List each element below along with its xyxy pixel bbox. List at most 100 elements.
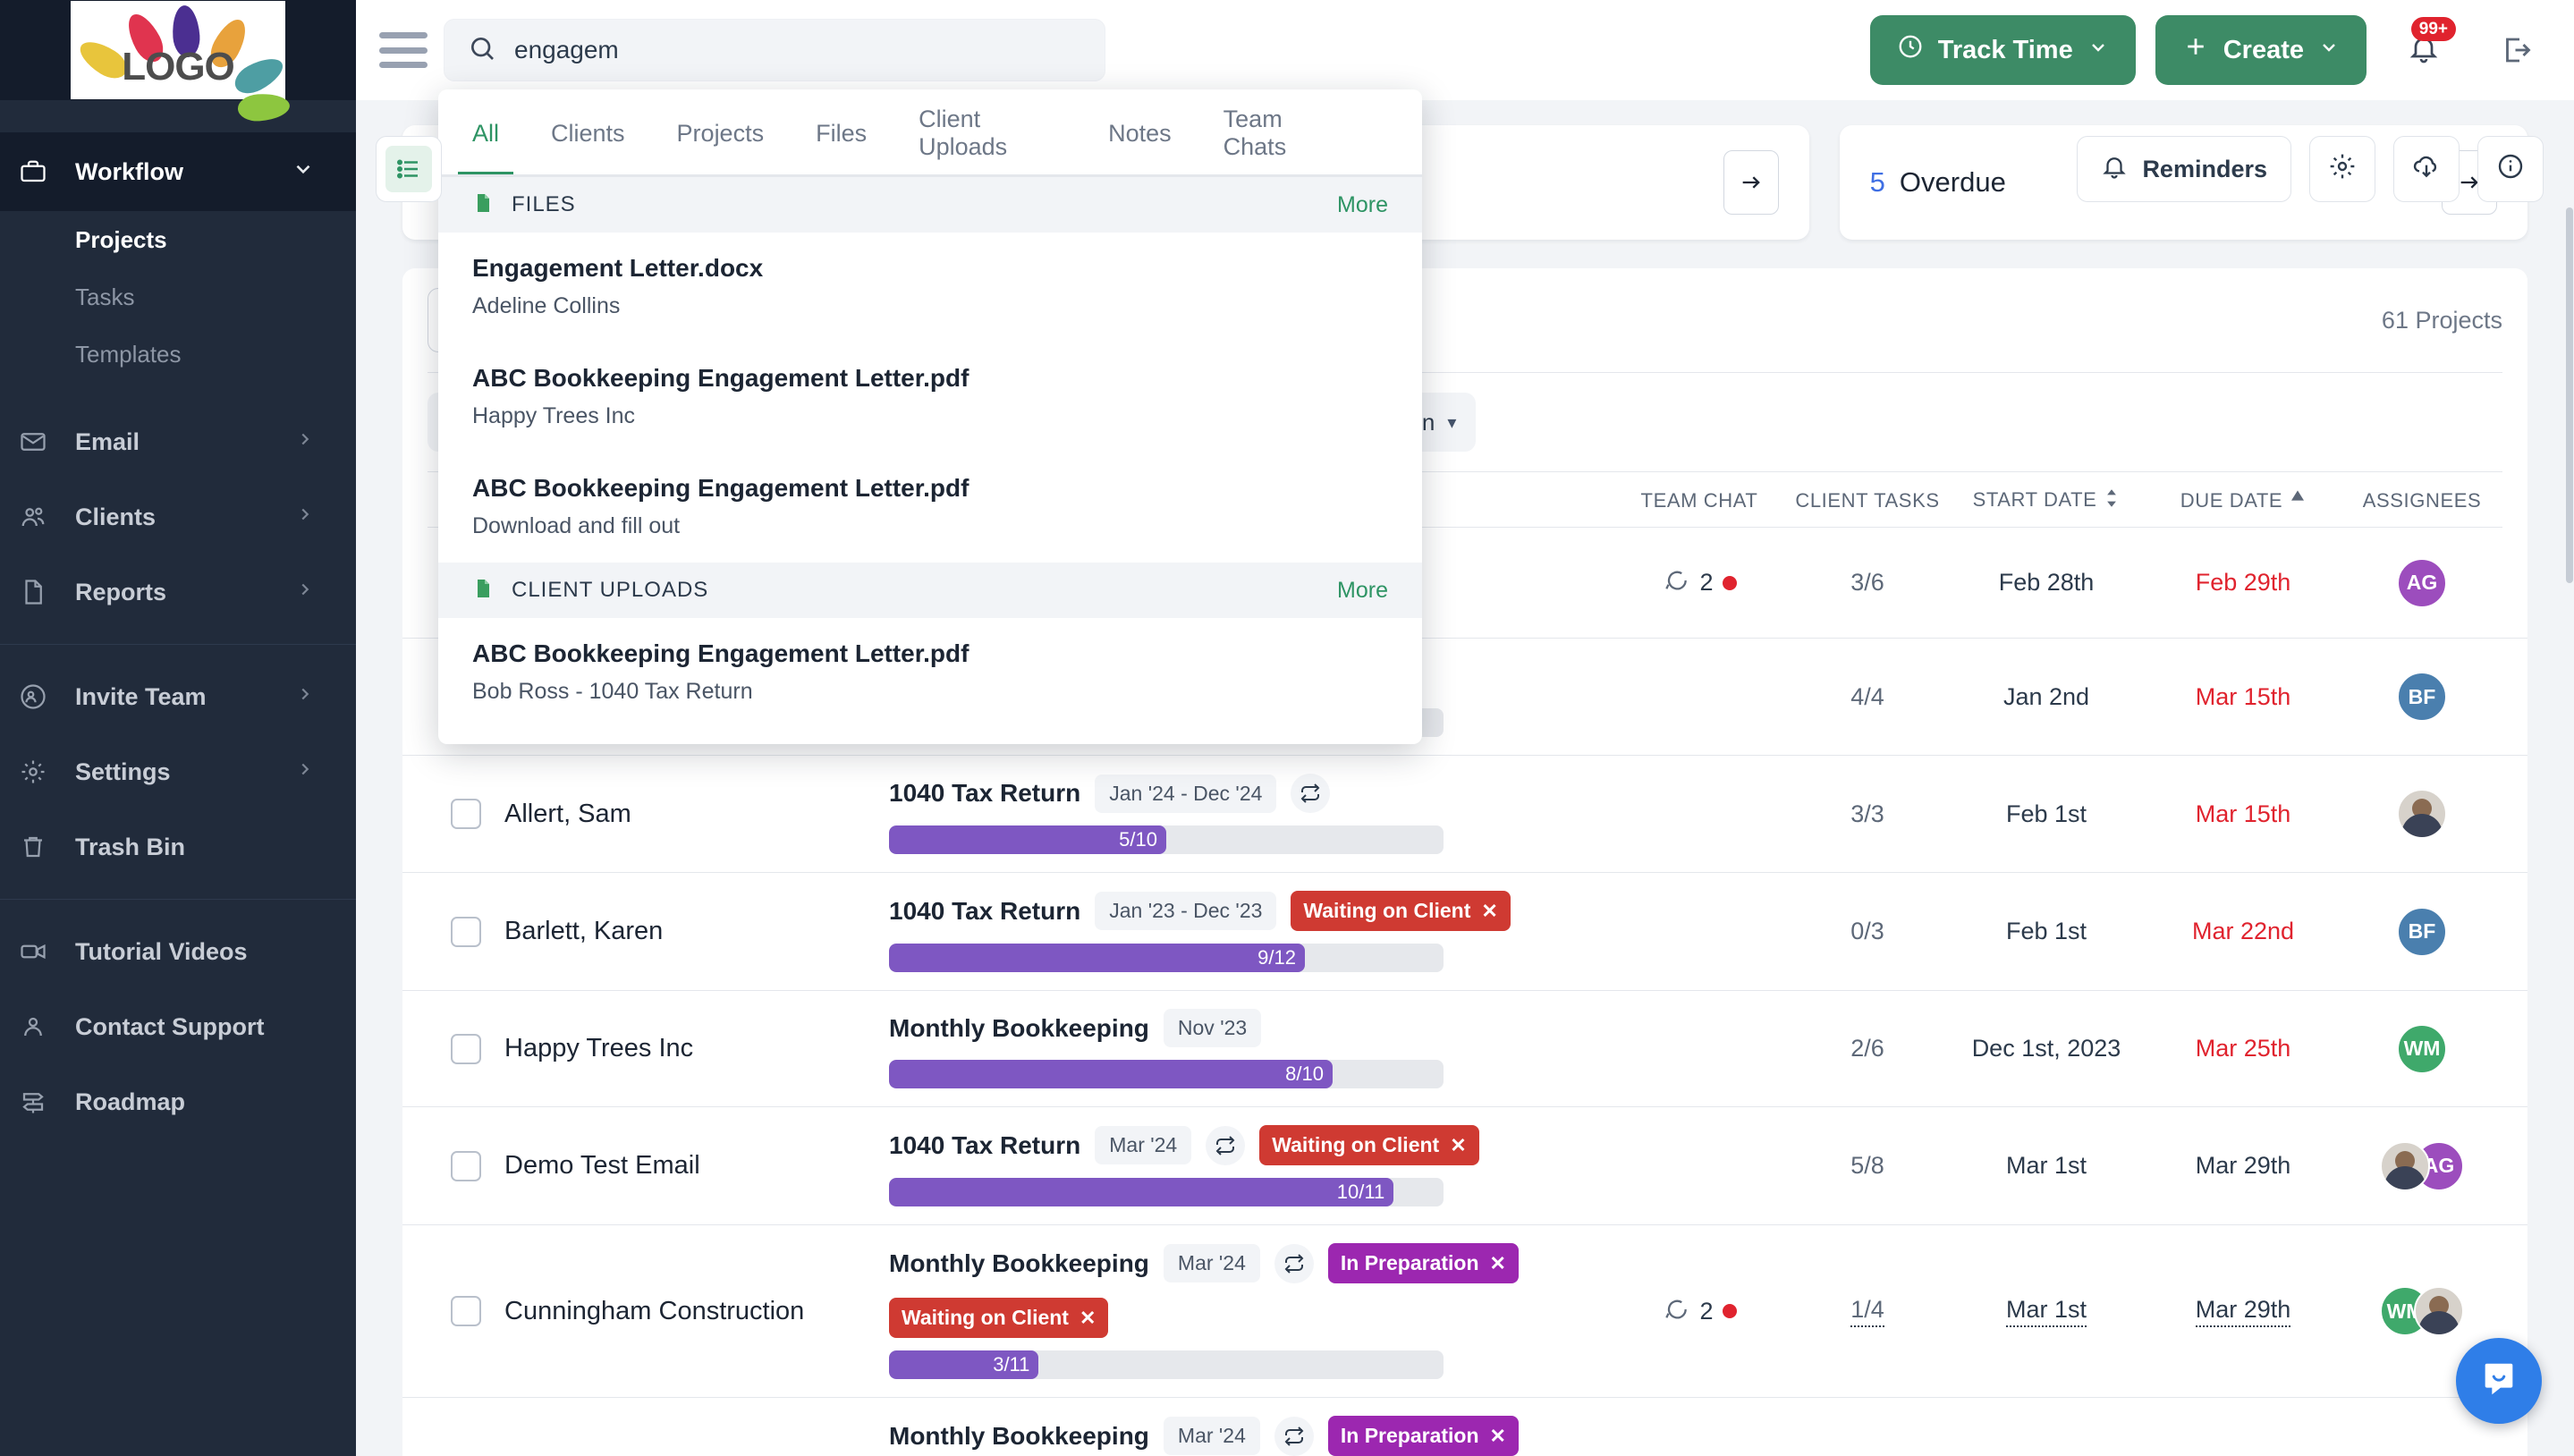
assignees[interactable]: BF (2397, 906, 2447, 957)
row-checkbox[interactable] (451, 799, 481, 829)
info-button[interactable] (2477, 136, 2544, 202)
close-icon[interactable]: ✕ (1450, 1134, 1466, 1157)
sidebar-item-trash-bin[interactable]: Trash Bin (0, 809, 356, 885)
close-icon[interactable]: ✕ (1481, 900, 1497, 923)
sort-icon[interactable] (2104, 488, 2120, 512)
topbar-actions: Track Time Create 99+ (1869, 15, 2544, 85)
reminders-button[interactable]: Reminders (2077, 136, 2291, 202)
search-tab-clients[interactable]: Clients (551, 89, 625, 177)
client-uploads-more-link[interactable]: More (1337, 578, 1388, 604)
avatar (2380, 1140, 2430, 1191)
assignees[interactable]: WM (2397, 1023, 2447, 1074)
column-header-start-date: START DATE (1972, 488, 2097, 511)
search-tab-team-chats[interactable]: Team Chats (1223, 89, 1336, 177)
assignees[interactable]: WM (2380, 1286, 2464, 1336)
search-input[interactable] (514, 36, 1081, 64)
download-button[interactable] (2393, 136, 2460, 202)
close-icon[interactable]: ✕ (1490, 1425, 1506, 1448)
status-badge[interactable]: In Preparation ✕ (1327, 1243, 1519, 1283)
assignees[interactable] (2397, 789, 2447, 839)
row-checkbox[interactable] (451, 1033, 481, 1064)
assignees[interactable]: BF (2397, 672, 2447, 722)
search-result-item[interactable]: ABC Bookkeeping Engagement Letter.pdf Bo… (438, 618, 1422, 744)
search-tab-files[interactable]: Files (816, 89, 867, 177)
assignees[interactable]: AG (2380, 1140, 2464, 1191)
search-tab-notes[interactable]: Notes (1108, 89, 1172, 177)
vertical-scrollbar[interactable] (2565, 100, 2574, 1456)
settings-button[interactable] (2309, 136, 2375, 202)
sort-asc-icon[interactable] (2290, 489, 2306, 512)
project-title[interactable]: Monthly Bookkeeping (889, 1249, 1149, 1278)
project-title[interactable]: 1040 Tax Return (889, 1131, 1080, 1160)
sidebar-group-workflow[interactable]: Workflow (0, 132, 356, 211)
table-row[interactable]: Cunningham Construction Monthly Bookkeep… (402, 1225, 2527, 1398)
create-label: Create (2223, 35, 2304, 64)
search-result-item[interactable]: Engagement Letter.docx Adeline Collins (438, 233, 1422, 343)
table-row[interactable]: Demo Test Email 1040 Tax Return Mar '24 (402, 1107, 2527, 1225)
project-title[interactable]: 1040 Tax Return (889, 897, 1080, 926)
due-date: Mar 15th (2195, 800, 2291, 827)
logout-icon[interactable] (2490, 34, 2544, 66)
intercom-chat-button[interactable] (2456, 1338, 2542, 1424)
result-subtitle: Happy Trees Inc (472, 403, 636, 428)
row-checkbox[interactable] (451, 1150, 481, 1181)
sidebar-item-email[interactable]: Email (0, 404, 356, 479)
team-chat-cell[interactable]: 2 (1662, 1295, 1737, 1328)
avatar (2397, 789, 2447, 839)
table-row[interactable]: Allert, Sam 1040 Tax Return Jan '24 - De… (402, 756, 2527, 873)
search-result-item[interactable]: ABC Bookkeeping Engagement Letter.pdf Ha… (438, 343, 1422, 453)
hamburger-icon[interactable] (379, 32, 428, 68)
sidebar-item-tutorial-videos[interactable]: Tutorial Videos (0, 914, 356, 989)
table-row[interactable]: Demo Test Email Monthly Bookkeeping Mar … (402, 1398, 2527, 1456)
project-period: Jan '24 - Dec '24 (1095, 774, 1277, 813)
create-button[interactable]: Create (2155, 15, 2367, 85)
status-badge[interactable]: Waiting on Client ✕ (1259, 1125, 1479, 1165)
arrow-right-icon[interactable] (1723, 150, 1779, 215)
search-box[interactable] (444, 19, 1105, 81)
scrollbar-thumb[interactable] (2566, 207, 2573, 583)
table-row[interactable]: Barlett, Karen 1040 Tax Return Jan '23 -… (402, 873, 2527, 991)
row-checkbox[interactable] (451, 916, 481, 947)
search-results-dropdown: All Clients Projects Files Client Upload… (438, 89, 1422, 744)
badge-label: Waiting on Client (902, 1306, 1069, 1329)
list-view-toggle[interactable] (376, 136, 442, 202)
sidebar-item-reports[interactable]: Reports (0, 554, 356, 630)
sidebar-item-invite-team[interactable]: Invite Team (0, 659, 356, 734)
search-tab-projects[interactable]: Projects (677, 89, 765, 177)
sidebar-item-projects[interactable]: Projects (0, 211, 356, 268)
video-icon (20, 938, 59, 965)
project-title[interactable]: 1040 Tax Return (889, 779, 1080, 808)
sidebar-item-settings[interactable]: Settings (0, 734, 356, 809)
sidebar-item-templates[interactable]: Templates (0, 326, 356, 383)
client-name: Allert, Sam (504, 799, 631, 828)
intercom-chat-icon (2478, 1359, 2519, 1404)
progress-text: 9/12 (1257, 946, 1296, 969)
project-title[interactable]: Monthly Bookkeeping (889, 1422, 1149, 1451)
status-badge[interactable]: Waiting on Client ✕ (1291, 891, 1511, 931)
search-tab-client-uploads[interactable]: Client Uploads (919, 89, 1056, 177)
sidebar-divider (0, 899, 356, 900)
sidebar-item-clients[interactable]: Clients (0, 479, 356, 554)
sidebar-item-tasks[interactable]: Tasks (0, 268, 356, 326)
notifications-button[interactable]: 99+ (2395, 17, 2456, 81)
table-row[interactable]: Happy Trees Inc Monthly Bookkeeping Nov … (402, 991, 2527, 1107)
track-time-button[interactable]: Track Time (1869, 15, 2136, 85)
row-checkbox[interactable] (451, 1296, 481, 1326)
assignees[interactable]: AG (2397, 557, 2447, 608)
project-title[interactable]: Monthly Bookkeeping (889, 1014, 1149, 1043)
close-icon[interactable]: ✕ (1490, 1252, 1506, 1275)
search-result-item[interactable]: ABC Bookkeeping Engagement Letter.pdf Do… (438, 453, 1422, 563)
sidebar-item-contact-support[interactable]: Contact Support (0, 989, 356, 1064)
status-badge[interactable]: In Preparation ✕ (1327, 1416, 1519, 1456)
avatar: BF (2397, 672, 2447, 722)
team-chat-cell[interactable]: 2 (1662, 566, 1737, 599)
files-more-link[interactable]: More (1337, 192, 1388, 218)
logo-container[interactable]: LOGO (0, 0, 356, 123)
sidebar-item-roadmap[interactable]: Roadmap (0, 1064, 356, 1139)
status-badge[interactable]: Waiting on Client ✕ (889, 1298, 1109, 1338)
search-tab-all[interactable]: All (457, 89, 514, 177)
project-period: Mar '24 (1163, 1417, 1260, 1455)
tab-label: Clients (551, 119, 625, 147)
client-tasks: 2/6 (1850, 1035, 1884, 1062)
close-icon[interactable]: ✕ (1080, 1307, 1096, 1330)
